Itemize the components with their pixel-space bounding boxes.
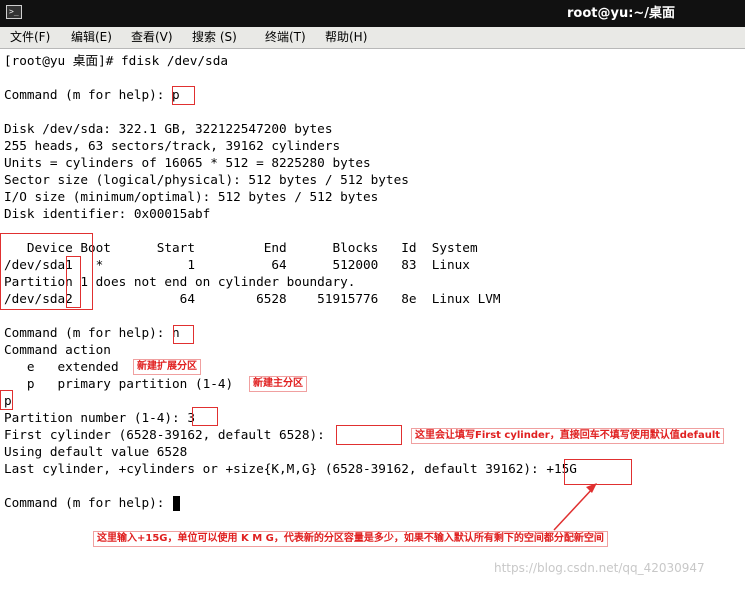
menu-edit[interactable]: 编辑(E) xyxy=(71,29,112,45)
title-bar: >_ root@yu:~/桌面 xyxy=(0,0,745,27)
menu-view[interactable]: 查看(V) xyxy=(131,29,173,45)
arrow-line xyxy=(553,486,595,531)
menu-bar: 文件(F) 编辑(E) 查看(V) 搜索 (S) 终端(T) 帮助(H) xyxy=(0,27,745,49)
annotation-arrow xyxy=(553,483,597,531)
menu-terminal[interactable]: 终端(T) xyxy=(265,29,306,45)
arrow-head xyxy=(586,483,597,493)
terminal-icon[interactable]: >_ xyxy=(6,5,22,19)
menu-file[interactable]: 文件(F) xyxy=(10,29,50,45)
menu-search[interactable]: 搜索 (S) xyxy=(192,29,237,45)
watermark: https://blog.csdn.net/qq_42030947 xyxy=(494,561,705,575)
menu-help[interactable]: 帮助(H) xyxy=(325,29,367,45)
window-title: root@yu:~/桌面 xyxy=(567,6,676,21)
terminal-output[interactable]: [root@yu 桌面]# fdisk /dev/sda Command (m … xyxy=(0,48,745,589)
